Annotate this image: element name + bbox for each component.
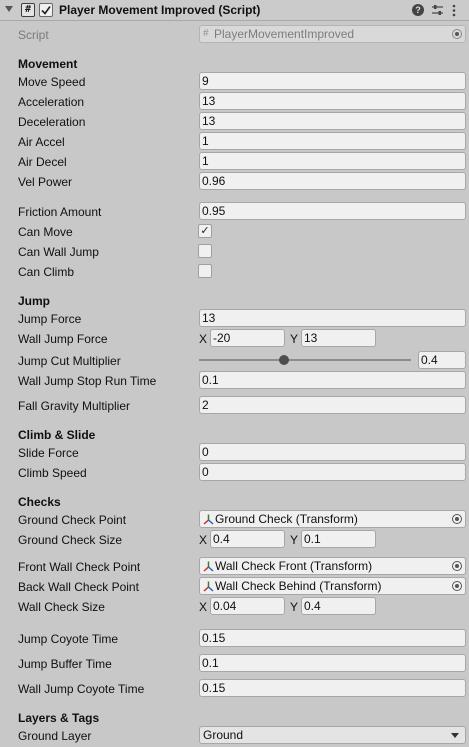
- fall-gravity-multiplier-field[interactable]: 2: [199, 396, 466, 414]
- climb-speed-field[interactable]: 0: [199, 463, 466, 481]
- script-label: Script: [18, 28, 49, 42]
- fall-gravity-multiplier-label: Fall Gravity Multiplier: [18, 399, 131, 413]
- ground-check-size-x-label[interactable]: X: [199, 532, 207, 548]
- deceleration-field[interactable]: 13: [199, 112, 466, 130]
- component-title: Player Movement Improved (Script): [59, 3, 261, 17]
- section-movement: Movement: [18, 57, 78, 71]
- wall-jump-coyote-time-label: Wall Jump Coyote Time: [18, 682, 145, 696]
- front-wall-check-point-value: Wall Check Front (Transform): [215, 559, 373, 573]
- wall-check-size-x-field[interactable]: 0.04: [210, 597, 285, 615]
- section-checks: Checks: [18, 495, 61, 509]
- wall-jump-force-label: Wall Jump Force: [18, 332, 108, 346]
- jump-buffer-time-label: Jump Buffer Time: [18, 657, 112, 671]
- transform-icon: [203, 581, 214, 592]
- jump-force-field[interactable]: 13: [199, 309, 466, 327]
- wall-jump-force-y-field[interactable]: 13: [301, 329, 376, 347]
- back-wall-check-point-field[interactable]: Wall Check Behind (Transform): [199, 577, 466, 595]
- script-hash-icon: #: [21, 3, 35, 17]
- jump-coyote-time-label: Jump Coyote Time: [18, 632, 119, 646]
- script-name: PlayerMovementImproved: [214, 27, 355, 41]
- script-hash-icon: #: [203, 28, 209, 39]
- ground-layer-value: Ground: [203, 728, 244, 742]
- object-picker-icon[interactable]: [452, 581, 462, 591]
- object-picker-icon[interactable]: [452, 561, 462, 571]
- acceleration-field[interactable]: 13: [199, 92, 466, 110]
- air-decel-label: Air Decel: [18, 155, 67, 169]
- ground-check-size-y-field[interactable]: 0.1: [301, 530, 376, 548]
- vel-power-label: Vel Power: [18, 175, 73, 189]
- script-field[interactable]: # PlayerMovementImproved: [199, 25, 466, 43]
- jump-cut-multiplier-slider[interactable]: [199, 359, 411, 361]
- section-climb-slide: Climb & Slide: [18, 428, 96, 442]
- ground-check-size-x-field[interactable]: 0.4: [210, 530, 285, 548]
- can-climb-checkbox[interactable]: [198, 264, 212, 278]
- jump-coyote-time-field[interactable]: 0.15: [199, 629, 466, 647]
- air-accel-field[interactable]: 1: [199, 132, 466, 150]
- wall-jump-coyote-time-field[interactable]: 0.15: [199, 679, 466, 697]
- can-move-checkbox[interactable]: ✓: [198, 224, 212, 238]
- can-wall-jump-label: Can Wall Jump: [18, 245, 99, 259]
- friction-amount-label: Friction Amount: [18, 205, 102, 219]
- foldout-arrow-icon[interactable]: [5, 6, 13, 12]
- slide-force-label: Slide Force: [18, 446, 79, 460]
- checkmark-icon: ✓: [200, 225, 210, 237]
- ground-check-size-label: Ground Check Size: [18, 533, 123, 547]
- jump-cut-multiplier-field[interactable]: 0.4: [418, 351, 466, 369]
- transform-icon: [203, 514, 214, 525]
- back-wall-check-point-label: Back Wall Check Point: [18, 580, 139, 594]
- object-picker-icon[interactable]: [452, 514, 462, 524]
- friction-amount-field[interactable]: 0.95: [199, 202, 466, 220]
- slide-force-field[interactable]: 0: [199, 443, 466, 461]
- ground-layer-label: Ground Layer: [18, 729, 92, 743]
- air-decel-field[interactable]: 1: [199, 152, 466, 170]
- climb-speed-label: Climb Speed: [18, 466, 87, 480]
- help-icon[interactable]: ?: [412, 4, 424, 16]
- section-layers-tags: Layers & Tags: [18, 711, 100, 725]
- preset-icon[interactable]: [431, 4, 444, 17]
- can-move-label: Can Move: [18, 225, 73, 239]
- back-wall-check-point-value: Wall Check Behind (Transform): [215, 579, 382, 593]
- can-climb-label: Can Climb: [18, 265, 75, 279]
- can-wall-jump-checkbox[interactable]: [198, 244, 212, 258]
- wall-check-size-label: Wall Check Size: [18, 600, 105, 614]
- wall-check-size-y-field[interactable]: 0.4: [301, 597, 376, 615]
- move-speed-label: Move Speed: [18, 75, 86, 89]
- wall-jump-stop-run-time-field[interactable]: 0.1: [199, 371, 466, 389]
- ground-layer-dropdown[interactable]: Ground: [199, 726, 466, 744]
- front-wall-check-point-field[interactable]: Wall Check Front (Transform): [199, 557, 466, 575]
- wall-jump-force-y-label[interactable]: Y: [290, 331, 298, 347]
- air-accel-label: Air Accel: [18, 135, 65, 149]
- component-header: # Player Movement Improved (Script) ?: [0, 0, 469, 21]
- enabled-checkbox[interactable]: [39, 3, 53, 17]
- front-wall-check-point-label: Front Wall Check Point: [18, 560, 141, 574]
- ground-check-size-y-label[interactable]: Y: [290, 532, 298, 548]
- section-jump: Jump: [18, 294, 51, 308]
- wall-jump-force-x-field[interactable]: -20: [210, 329, 285, 347]
- wall-jump-stop-run-time-label: Wall Jump Stop Run Time: [18, 374, 157, 388]
- vel-power-field[interactable]: 0.96: [199, 172, 466, 190]
- ground-check-point-field[interactable]: Ground Check (Transform): [199, 510, 466, 528]
- context-menu-icon[interactable]: [452, 4, 456, 17]
- jump-cut-multiplier-label: Jump Cut Multiplier: [18, 354, 121, 368]
- move-speed-field[interactable]: 9: [199, 72, 466, 90]
- jump-buffer-time-field[interactable]: 0.1: [199, 654, 466, 672]
- wall-check-size-y-label[interactable]: Y: [290, 599, 298, 615]
- acceleration-label: Acceleration: [18, 95, 85, 109]
- deceleration-label: Deceleration: [18, 115, 86, 129]
- wall-jump-force-x-label[interactable]: X: [199, 331, 207, 347]
- object-picker-icon[interactable]: [452, 29, 462, 39]
- transform-icon: [203, 561, 214, 572]
- ground-check-point-label: Ground Check Point: [18, 513, 127, 527]
- jump-cut-multiplier-slider-thumb[interactable]: [278, 355, 289, 365]
- jump-force-label: Jump Force: [18, 312, 82, 326]
- wall-check-size-x-label[interactable]: X: [199, 599, 207, 615]
- dropdown-arrow-icon: [451, 733, 459, 738]
- ground-check-point-value: Ground Check (Transform): [215, 512, 358, 526]
